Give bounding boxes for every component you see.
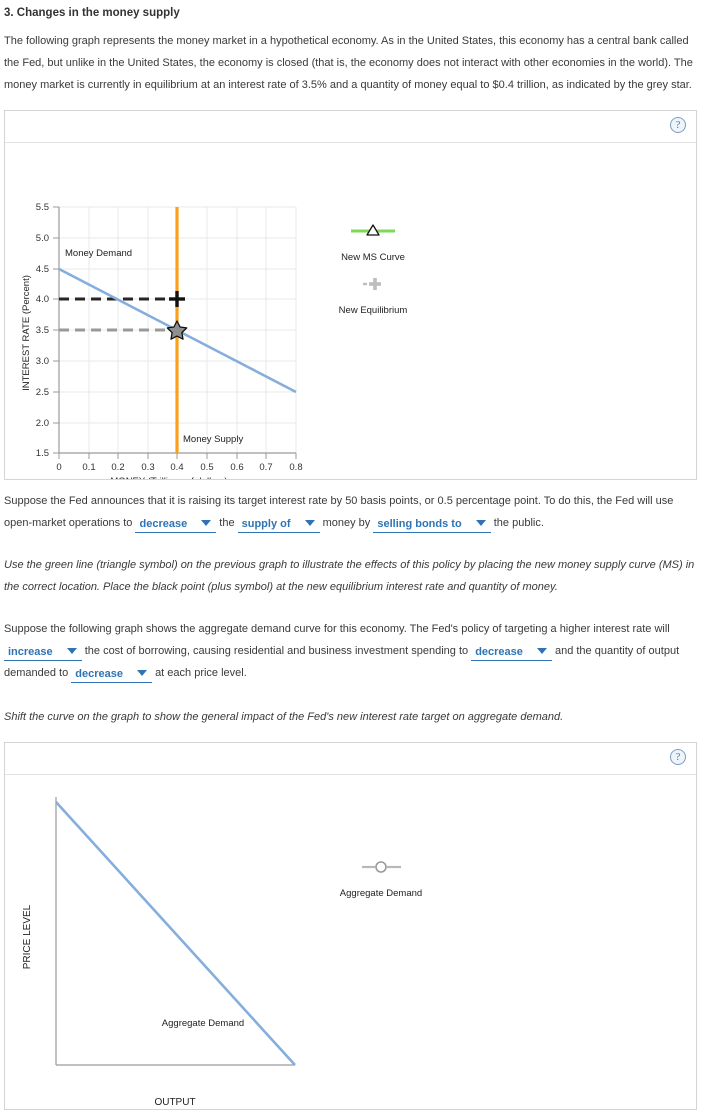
dropdown-value: supply of [241,518,291,530]
equilibrium-star-marker[interactable] [166,320,188,340]
x-ticks [58,453,297,459]
prompt1-post: the public. [493,517,544,529]
panel-body: 5.5 5.0 4.5 4.0 3.5 3.0 2.5 2.0 1.5 0 0.… [5,143,696,479]
dropdown-value: decrease [139,518,188,530]
panel-header: ? [5,111,696,143]
x-tick-label: 0.3 [141,462,154,473]
instruction-place-curve: Use the green line (triangle symbol) on … [4,559,695,593]
dropdown-value: selling bonds to [377,518,462,530]
money-supply-label: Money Supply [183,434,243,445]
y-tick-label: 4.0 [36,294,49,305]
x-tick-label: 0 [56,462,61,473]
prompt3-mid1: the cost of borrowing, causing residenti… [84,645,469,657]
money-demand-label: Money Demand [65,248,132,259]
x-tick-label: 0.1 [82,462,95,473]
legend-new-equilibrium[interactable] [363,278,381,290]
x-axis-title: MONEY (Trillions of dollars) [110,476,227,479]
chart-legend: New MS Curve New Equilibrium [339,224,408,316]
panel-body: Aggregate Demand OUTPUT PRICE LEVEL Aggr… [5,775,696,1109]
dropdown-value: decrease [475,646,523,658]
chevron-down-icon [137,670,147,677]
x-tick-label: 0.6 [230,462,243,473]
chevron-down-icon [304,520,315,527]
dropdown-bond-action[interactable]: selling bonds to [373,517,491,533]
y-tick-label: 4.5 [36,264,49,275]
prompt3-pre: Suppose the following graph shows the ag… [4,623,670,635]
legend-aggregate-demand[interactable] [362,861,401,873]
prompt1-mid2: money by [322,517,371,529]
x-tick-label: 0.2 [111,462,124,473]
money-market-graph-panel: ? 5.5 5.0 4.5 4.0 3.5 3.0 2.5 2.0 1.5 0 … [4,110,697,480]
chevron-down-icon [536,648,547,655]
aggregate-demand-curve-label: Aggregate Demand [162,1018,244,1029]
y-axis-title: PRICE LEVEL [22,904,33,969]
dropdown-investment-spending[interactable]: decrease [471,645,552,661]
x-axis-title: OUTPUT [154,1097,195,1108]
question-title: Changes in the money supply [16,7,180,19]
y-tick-label: 5.0 [36,233,49,244]
question-mark-icon[interactable]: ? [670,117,686,133]
y-tick-label: 1.5 [36,448,49,459]
dropdown-increase-decrease[interactable]: decrease [135,517,217,533]
legend-label-new-equilibrium: New Equilibrium [339,305,408,316]
question-mark-icon[interactable]: ? [670,749,686,765]
x-tick-label: 0.7 [259,462,272,473]
dropdown-supply-demand[interactable]: supply of [237,517,320,533]
money-market-chart[interactable]: 5.5 5.0 4.5 4.0 3.5 3.0 2.5 2.0 1.5 0 0.… [5,143,695,479]
question-number: 3. [4,7,14,19]
page-title: 3. Changes in the money supply [4,6,701,20]
y-ticks [53,206,59,454]
chevron-down-icon [66,648,77,655]
legend-new-ms-curve[interactable] [351,224,395,236]
dropdown-value: decrease [75,668,123,680]
dropdown-output-demanded[interactable]: decrease [71,667,152,683]
legend-label-new-ms-curve: New MS Curve [341,252,405,263]
chevron-down-icon [201,520,212,527]
y-tick-label: 5.5 [36,202,49,213]
intro-paragraph: The following graph represents the money… [4,35,693,91]
panel-header: ? [5,743,696,775]
y-tick-label: 2.0 [36,418,49,429]
x-tick-labels: 0 0.1 0.2 0.3 0.4 0.5 0.6 0.7 0.8 [56,462,302,473]
y-tick-label: 3.5 [36,325,49,336]
prompt3-post: at each price level. [155,667,247,679]
y-tick-label: 3.0 [36,356,49,367]
chevron-down-icon [475,520,486,527]
y-tick-label: 2.5 [36,387,49,398]
y-tick-labels: 5.5 5.0 4.5 4.0 3.5 3.0 2.5 2.0 1.5 [36,202,49,459]
prompt-aggregate-demand-effect: Suppose the following graph shows the ag… [4,618,697,684]
x-tick-label: 0.4 [170,462,183,473]
prompt1-mid1: the [219,517,235,529]
aggregate-demand-chart[interactable]: Aggregate Demand OUTPUT PRICE LEVEL Aggr… [5,775,695,1109]
legend-label-aggregate-demand: Aggregate Demand [340,888,422,899]
chart-legend: Aggregate Demand [340,861,422,899]
worksheet-page: 3. Changes in the money supply The follo… [0,6,701,1110]
instruction-shift-curve: Shift the curve on the graph to show the… [4,711,564,723]
x-tick-label: 0.5 [200,462,213,473]
x-tick-label: 0.8 [289,462,302,473]
dropdown-cost-of-borrowing[interactable]: increase [4,645,82,661]
y-axis-title: INTEREST RATE (Percent) [21,275,32,391]
aggregate-demand-graph-panel: ? Aggregate Demand OUTPUT PRICE LEVEL Ag… [4,742,697,1110]
new-equilibrium-plus-marker[interactable] [169,291,185,307]
dropdown-value: increase [8,646,53,658]
prompt-open-market-operations: Suppose the Fed announces that it is rai… [4,490,697,534]
